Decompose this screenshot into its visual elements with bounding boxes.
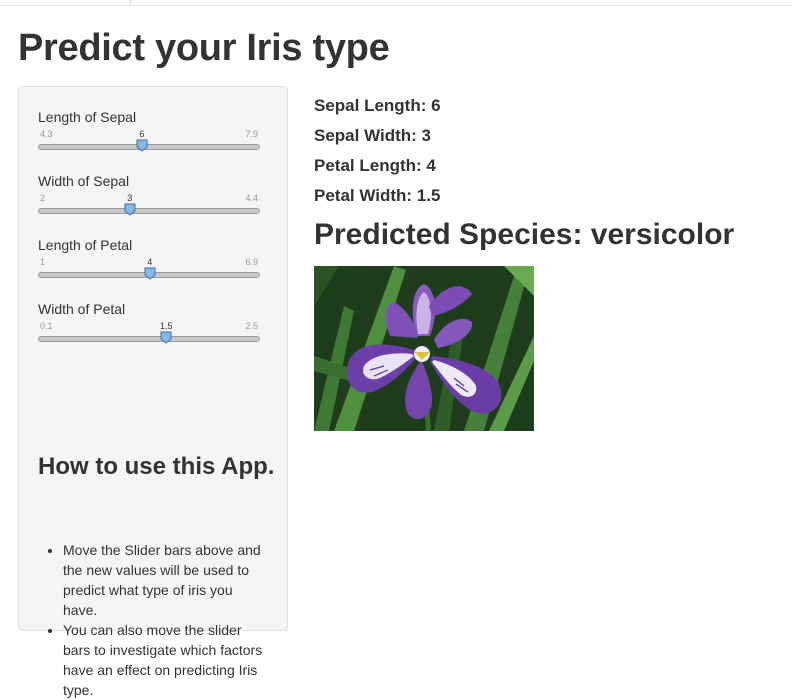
top-border [0, 0, 792, 6]
page-title: Predict your Iris type [18, 27, 390, 69]
slider-label: Length of Sepal [38, 109, 137, 125]
slider-handle-icon[interactable] [144, 267, 156, 280]
slider-handle-icon[interactable] [136, 139, 148, 152]
slider-min: 0.1 [40, 321, 53, 331]
slider-label: Width of Petal [38, 301, 126, 317]
sepal-width-output: Sepal Width: 3 [314, 126, 431, 145]
list-item: You can also move the slider bars to inv… [63, 620, 270, 700]
petal-length-output: Petal Length: 4 [314, 156, 436, 175]
slider-track[interactable] [38, 336, 260, 342]
sepal-length-output: Sepal Length: 6 [314, 96, 441, 115]
slider-max: 2.5 [245, 321, 258, 331]
slider-label: Length of Petal [38, 237, 133, 253]
howto-heading: How to use this App. [38, 453, 275, 480]
slider-handle-icon[interactable] [160, 331, 172, 344]
slider-max: 4.4 [245, 193, 258, 203]
slider-value: 3 [127, 193, 133, 203]
petal-width-output: Petal Width: 1.5 [314, 186, 441, 205]
slider-min: 2 [40, 193, 46, 203]
howto-list: Move the Slider bars above and the new v… [38, 540, 270, 700]
iris-flower-image [314, 266, 534, 431]
slider-max: 6.9 [245, 257, 258, 267]
slider-handle-icon[interactable] [124, 203, 136, 216]
sidebar-panel: Length of Sepal 4.3 6 7.9 Width of Sepal… [18, 86, 288, 698]
slider-max: 7.9 [245, 129, 258, 139]
list-item: Move the Slider bars above and the new v… [63, 540, 270, 620]
slider-min: 1 [40, 257, 46, 267]
predicted-species: Predicted Species: versicolor [314, 218, 735, 251]
slider-value: 1.5 [159, 321, 173, 331]
slider-value: 6 [139, 129, 145, 139]
slider-label: Width of Sepal [38, 173, 130, 189]
slider-track[interactable] [38, 208, 260, 214]
slider-value: 4 [147, 257, 153, 267]
slider-min: 4.3 [40, 129, 53, 139]
slider-track[interactable] [38, 144, 260, 150]
